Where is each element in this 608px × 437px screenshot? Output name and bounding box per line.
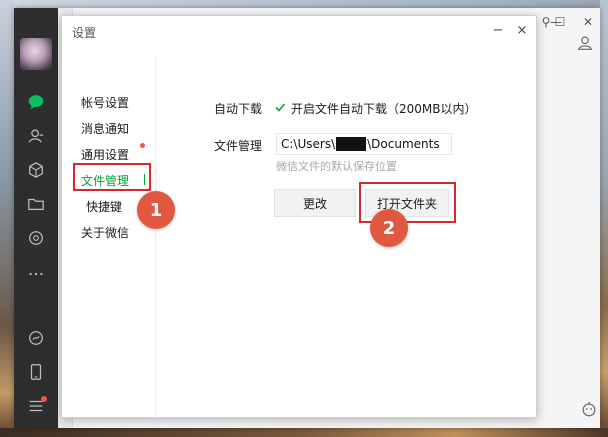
save-path-prefix: C:\Users\ xyxy=(281,137,336,151)
step-badge-1: 1 xyxy=(137,191,175,229)
settings-nav: 帐号设置 消息通知 通用设置 文件管理 快捷键 关于微信 xyxy=(62,56,156,418)
desktop-wallpaper-left xyxy=(0,0,14,437)
auto-download-checkbox[interactable] xyxy=(274,101,286,113)
change-path-button[interactable]: 更改 xyxy=(274,189,356,217)
auto-download-label: 自动下载 xyxy=(214,102,263,116)
chat-panel-right: ⚲ — ☐ ✕ xyxy=(540,8,600,428)
robot-icon[interactable] xyxy=(580,400,598,418)
nav-item-account[interactable]: 帐号设置 xyxy=(81,94,129,111)
dialog-close-button[interactable]: × xyxy=(514,22,530,38)
more-icon[interactable] xyxy=(26,264,46,284)
favorites-icon[interactable] xyxy=(26,160,46,180)
chat-icon[interactable] xyxy=(26,92,46,112)
desktop-wallpaper-right xyxy=(600,0,608,437)
avatar[interactable] xyxy=(20,38,52,70)
contacts-icon[interactable] xyxy=(26,126,46,146)
dialog-minimize-button[interactable]: − xyxy=(490,22,506,38)
dialog-title: 设置 xyxy=(72,26,97,40)
desktop-wallpaper-bottom xyxy=(0,428,608,437)
phone-icon[interactable] xyxy=(26,362,46,382)
general-notification-dot xyxy=(140,143,145,148)
highlight-box-file-management xyxy=(73,163,151,191)
close-window-icon[interactable]: ✕ xyxy=(580,14,596,30)
maximize-window-icon[interactable]: ☐ xyxy=(552,14,568,30)
save-path-field: C:\Users\ \Documents xyxy=(276,133,452,155)
save-path-hint: 微信文件的默认保存位置 xyxy=(276,160,397,173)
folder-icon[interactable] xyxy=(26,194,46,214)
sidebar xyxy=(14,8,58,428)
auto-download-option[interactable]: 开启文件自动下载（200MB以内） xyxy=(291,100,477,117)
moments-icon[interactable] xyxy=(26,228,46,248)
menu-notification-dot xyxy=(41,396,47,402)
miniprogram-icon[interactable] xyxy=(26,328,46,348)
file-management-label: 文件管理 xyxy=(214,139,263,153)
nav-item-about[interactable]: 关于微信 xyxy=(81,224,129,241)
step-badge-2: 2 xyxy=(370,209,408,247)
save-path-suffix: \Documents xyxy=(367,137,440,151)
nav-item-general[interactable]: 通用设置 xyxy=(81,146,129,163)
nav-item-shortcuts[interactable]: 快捷键 xyxy=(86,198,122,215)
redacted-username xyxy=(336,137,367,151)
add-user-icon[interactable] xyxy=(576,34,594,52)
nav-item-notifications[interactable]: 消息通知 xyxy=(81,120,129,137)
settings-dialog: 设置 − × 帐号设置 消息通知 通用设置 文件管理 快捷键 关于微信 自动下载… xyxy=(61,15,537,418)
